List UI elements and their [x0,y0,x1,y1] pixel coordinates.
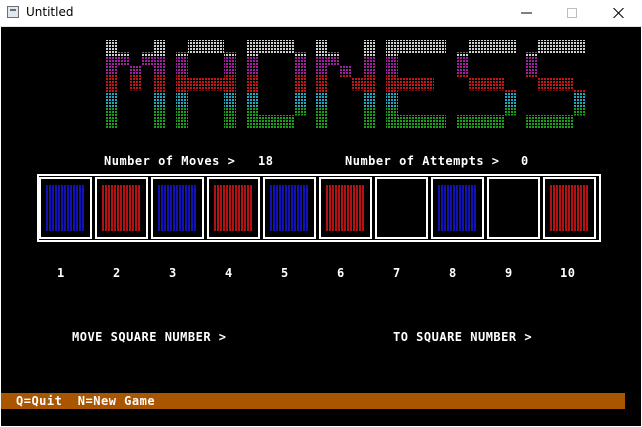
board-square [375,177,428,239]
status-bar: Q=Quit N=New Game [1,393,625,409]
square-number: 3 [169,266,177,280]
minimize-icon [521,12,532,14]
board-square [207,177,260,239]
window-title: Untitled [26,5,74,19]
attempts-label: Number of Attempts > [345,154,500,168]
moves-label: Number of Moves > [104,154,236,168]
piece-red [214,185,253,231]
piece-red [326,185,365,231]
square-number: 5 [281,266,289,280]
close-button[interactable] [596,0,642,26]
console-area: Number of Moves > 18 Number of Attempts … [1,27,641,426]
to-square-prompt: TO SQUARE NUMBER > [393,330,533,344]
move-square-prompt: MOVE SQUARE NUMBER > [72,330,227,344]
piece-blue [158,185,197,231]
close-icon [613,8,624,18]
minimize-button[interactable] [504,0,550,26]
board-square [319,177,372,239]
piece-red [550,185,589,231]
piece-blue [46,185,85,231]
square-number: 8 [449,266,457,280]
piece-red [102,185,141,231]
app-icon [7,6,19,18]
square-number: 9 [505,266,513,280]
board-square [487,177,540,239]
square-number: 2 [113,266,121,280]
board-square [151,177,204,239]
madness-logo [1,40,641,137]
window-titlebar[interactable]: Untitled [0,0,642,27]
board-square [431,177,484,239]
piece-blue [270,185,309,231]
square-number: 1 [57,266,65,280]
board-square [543,177,596,239]
piece-blue [438,185,477,231]
maximize-icon [567,8,577,18]
board-square [263,177,316,239]
board-square [95,177,148,239]
board-square [39,177,92,239]
square-number: 10 [560,266,576,280]
attempts-value: 0 [521,154,529,168]
square-number: 6 [337,266,345,280]
maximize-button[interactable] [550,0,596,26]
square-number: 7 [393,266,401,280]
moves-value: 18 [258,154,274,168]
square-number: 4 [225,266,233,280]
status-text: Q=Quit N=New Game [16,394,156,408]
